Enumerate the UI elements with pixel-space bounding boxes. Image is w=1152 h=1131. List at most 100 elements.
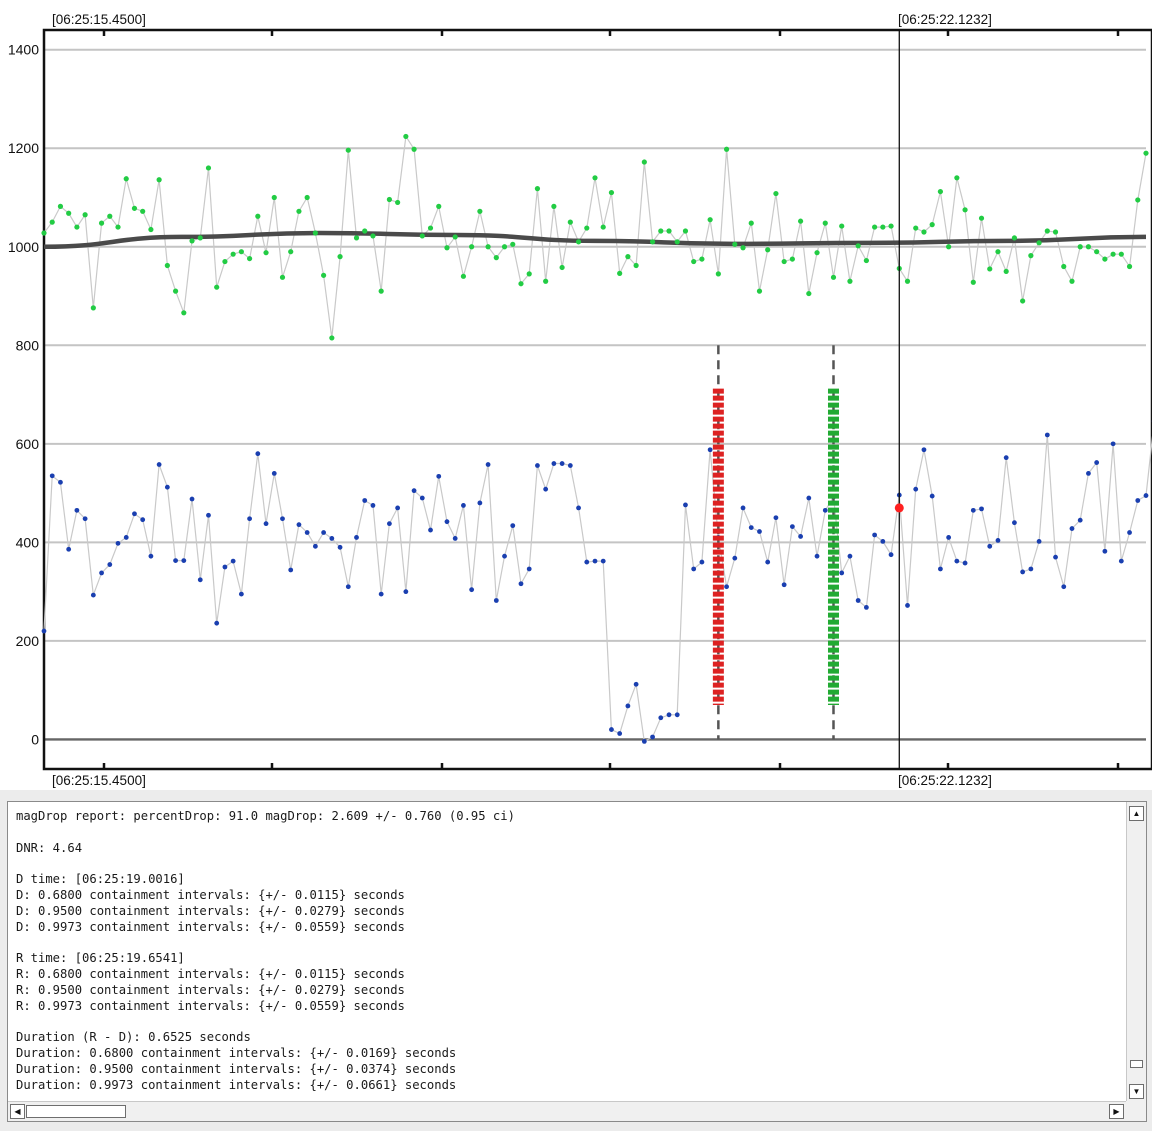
- report-line: D: 0.6800 containment intervals: {+/- 0.…: [16, 887, 405, 902]
- target-point: [419, 495, 425, 501]
- target-point: [477, 500, 483, 506]
- comparison-point: [806, 290, 812, 297]
- target-point: [493, 598, 499, 603]
- target-point: [1012, 520, 1017, 526]
- target-point: [921, 447, 927, 453]
- report-line: [16, 1014, 1126, 1030]
- vertical-scrollbar[interactable]: ▲ ▼: [1126, 802, 1146, 1101]
- target-point: [395, 505, 401, 511]
- report-line: Duration: 0.9500 containment intervals: …: [16, 1061, 457, 1076]
- comparison-point: [1028, 253, 1034, 259]
- target-point: [946, 535, 952, 540]
- target-point: [1102, 548, 1108, 554]
- target-point: [674, 712, 680, 718]
- target-point: [206, 512, 211, 518]
- target-point: [90, 592, 96, 598]
- target-point: [789, 524, 795, 530]
- scroll-left-button[interactable]: ◀: [10, 1104, 25, 1119]
- comparison-point: [49, 219, 55, 225]
- target-point: [600, 558, 606, 564]
- comparison-point: [904, 278, 911, 284]
- target-point: [1044, 432, 1050, 438]
- comparison-point: [189, 238, 195, 244]
- light-curve-chart[interactable]: 0 200 400 600 800 1000 1200 1400 [06:25:15.4500]…: [0, 0, 1152, 790]
- comparison-point: [534, 186, 541, 192]
- target-point: [798, 534, 803, 539]
- target-point: [888, 552, 894, 558]
- resize-corner[interactable]: [1126, 1101, 1146, 1121]
- comparison-point: [839, 223, 845, 229]
- scroll-down-button[interactable]: ▼: [1129, 1084, 1144, 1099]
- target-point: [1086, 471, 1091, 476]
- target-point: [551, 461, 557, 466]
- comparison-point: [773, 190, 779, 197]
- report-text[interactable]: magDrop report: percentDrop: 91.0 magDro…: [8, 802, 1126, 1101]
- scroll-up-button[interactable]: ▲: [1129, 806, 1144, 821]
- comparison-point: [830, 274, 837, 280]
- comparison-point: [970, 279, 976, 285]
- target-point: [863, 605, 869, 610]
- target-point: [337, 544, 343, 550]
- comparison-point: [929, 222, 935, 228]
- scroll-right-button[interactable]: ▶: [1109, 1104, 1124, 1119]
- comparison-point: [641, 159, 647, 165]
- target-point: [822, 507, 828, 513]
- report-line: D: 0.9973 containment intervals: {+/- 0.…: [16, 919, 405, 934]
- vertical-scroll-thumb[interactable]: [1130, 1060, 1143, 1068]
- target-point: [99, 570, 104, 576]
- comparison-point: [181, 310, 187, 316]
- target-point: [995, 538, 1001, 543]
- comparison-point: [131, 205, 138, 211]
- comparison-point: [460, 273, 467, 279]
- comparison-point: [419, 233, 425, 239]
- report-line: Duration: 0.6800 containment intervals: …: [16, 1045, 457, 1060]
- target-point: [296, 522, 302, 528]
- comparison-point: [707, 217, 713, 223]
- horizontal-scrollbar[interactable]: ◀ ▶: [8, 1101, 1126, 1121]
- comparison-point: [395, 199, 401, 206]
- comparison-point: [543, 278, 549, 284]
- comparison-point: [526, 271, 532, 277]
- target-point: [633, 681, 639, 687]
- comparison-point: [321, 272, 327, 278]
- comparison-point: [493, 255, 499, 261]
- target-point: [880, 538, 886, 544]
- comparison-point: [863, 257, 869, 264]
- comparison-point: [740, 245, 746, 251]
- target-point: [847, 553, 853, 559]
- target-point: [181, 558, 187, 564]
- target-point: [1069, 526, 1075, 531]
- target-point: [1118, 558, 1124, 564]
- target-point: [814, 553, 820, 559]
- comparison-point: [1102, 256, 1108, 262]
- target-point: [1061, 584, 1067, 590]
- bottom-time-label: [06:25:15.4500]: [52, 773, 146, 788]
- target-point: [748, 525, 754, 530]
- target-point: [354, 535, 359, 540]
- target-point: [526, 566, 532, 572]
- light-curve-plot[interactable]: 0 200 400 600 800 1000 1200 1400 [06:25:15.4500]…: [0, 0, 1152, 790]
- comparison-point: [57, 203, 64, 209]
- horizontal-scroll-thumb[interactable]: [26, 1105, 126, 1118]
- comparison-point: [378, 288, 384, 294]
- comparison-point: [937, 188, 944, 195]
- comparison-point: [370, 233, 376, 239]
- triangle-left-icon: ◀: [14, 1107, 21, 1116]
- report-panel[interactable]: magDrop report: percentDrop: 91.0 magDro…: [7, 801, 1147, 1122]
- comparison-point: [82, 212, 88, 218]
- triangle-up-icon: ▲: [1132, 809, 1141, 818]
- target-point: [567, 463, 573, 468]
- target-point: [238, 591, 244, 597]
- target-point: [263, 521, 269, 527]
- comparison-point: [987, 266, 993, 272]
- target-point: [1020, 569, 1026, 575]
- comparison-point: [1020, 298, 1026, 304]
- comparison-point: [666, 228, 672, 234]
- comparison-point: [1110, 251, 1116, 257]
- comparison-point: [386, 196, 393, 203]
- comparison-point: [501, 244, 508, 250]
- target-point: [855, 598, 861, 603]
- target-point: [148, 553, 154, 559]
- target-point: [929, 493, 935, 499]
- report-line: D time: [06:25:19.0016]: [16, 872, 185, 887]
